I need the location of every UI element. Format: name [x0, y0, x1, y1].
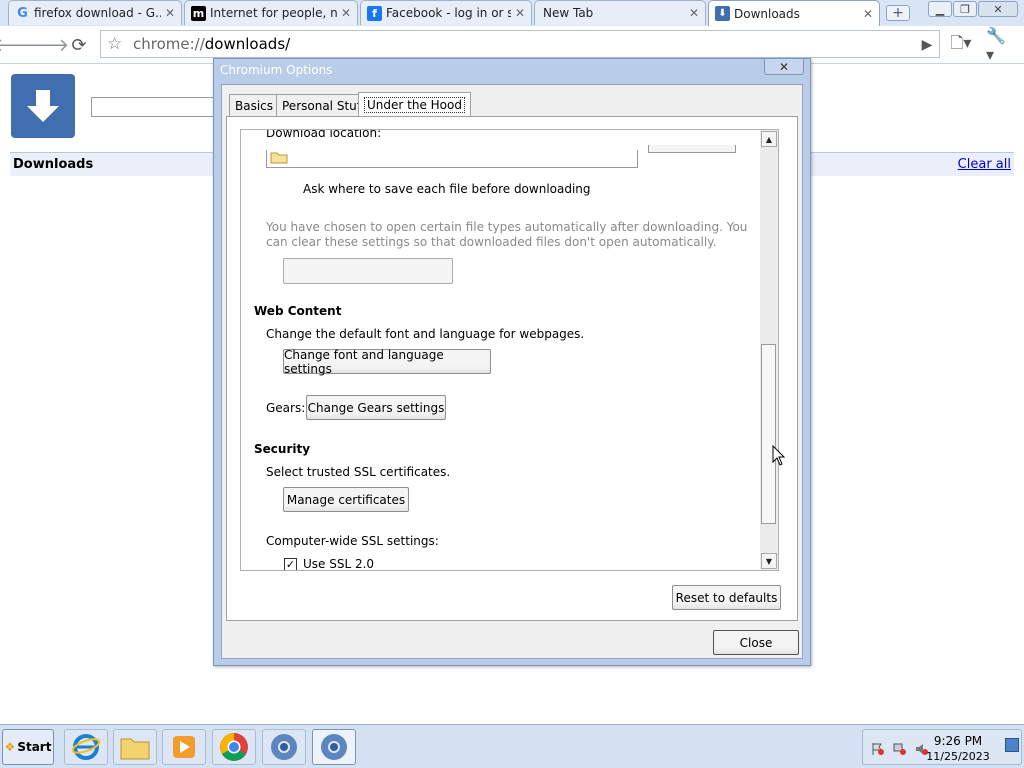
start-label: Start [17, 740, 52, 754]
download-location-field[interactable] [266, 150, 638, 168]
internet-explorer-icon[interactable] [64, 729, 108, 765]
dialog-client-area: Basics Personal Stuff Under the Hood Dow… [221, 84, 803, 659]
new-tab-button[interactable]: + [886, 5, 910, 21]
tab-facebook[interactable]: f Facebook - log in or s... ✕ [360, 0, 532, 25]
tab-title: New Tab [543, 6, 594, 20]
mozilla-icon: m [191, 5, 206, 21]
start-button[interactable]: ❖ Start [2, 729, 54, 765]
ssl-settings-label: Computer-wide SSL settings: [266, 534, 439, 548]
windows-logo-icon: ❖ [4, 740, 16, 754]
web-content-heading: Web Content [254, 304, 342, 318]
downloads-search-input[interactable] [91, 97, 221, 117]
button-label: Change Gears settings [307, 400, 445, 415]
tab-google-search[interactable]: G firefox download - G... ✕ [8, 0, 182, 25]
star-icon[interactable]: ☆ [107, 34, 122, 54]
close-icon[interactable]: ✕ [863, 7, 873, 21]
settings-scroll-area[interactable]: Download location: Ask where to save eac… [240, 129, 779, 571]
vertical-scrollbar[interactable]: ▲ ▼ [760, 130, 778, 570]
address-scheme: chrome:// [133, 35, 205, 53]
taskbar: ❖ Start 9:26 PM 11/25/2023 [0, 724, 1024, 768]
dialog-title: Chromium Options [220, 63, 333, 77]
tab-title: Downloads [734, 6, 800, 21]
tab-title: Internet for people, n... [210, 6, 337, 20]
downloads-logo-icon [11, 74, 75, 138]
facebook-icon: f [367, 5, 382, 21]
tab-personal-stuff[interactable]: Personal Stuff [276, 94, 372, 116]
network-icon[interactable] [893, 742, 907, 756]
tab-title: firefox download - G... [34, 6, 161, 20]
clock-time[interactable]: 9:26 PM [923, 734, 993, 748]
clock-date[interactable]: 11/25/2023 [923, 750, 993, 763]
tab-new-tab[interactable]: New Tab ✕ [534, 0, 706, 25]
minimize-button[interactable]: ▁ [928, 1, 952, 17]
close-icon[interactable]: ✕ [341, 6, 351, 20]
security-description: Select trusted SSL certificates. [266, 465, 451, 479]
tab-label: Under the Hood [364, 97, 465, 113]
tab-title: Facebook - log in or s... [386, 6, 511, 20]
gears-label: Gears: [266, 401, 306, 415]
manage-certificates-button[interactable]: Manage certificates [283, 487, 409, 512]
browser-tab-strip: G firefox download - G... ✕ m Internet f… [0, 0, 1024, 26]
scrollbar-thumb[interactable] [761, 344, 776, 524]
auto-open-note: You have chosen to open certain file typ… [266, 220, 748, 249]
wrench-menu-button[interactable]: 🔧▾ [986, 26, 1012, 64]
file-explorer-icon[interactable] [113, 729, 157, 765]
clear-auto-open-button[interactable] [283, 258, 453, 284]
tab-downloads[interactable]: ⬇ Downloads ✕ [708, 0, 880, 26]
web-content-description: Change the default font and language for… [266, 327, 585, 341]
gears-settings-button[interactable]: Change Gears settings [306, 395, 446, 420]
tab-basics[interactable]: Basics [229, 94, 280, 116]
google-icon: G [17, 5, 28, 21]
forward-button[interactable]: 🡒 [21, 32, 69, 58]
scroll-down-arrow-icon[interactable]: ▼ [761, 553, 777, 569]
close-icon[interactable]: ✕ [689, 6, 699, 20]
button-label: Reset to defaults [675, 590, 778, 605]
reload-button[interactable]: ⟳ [66, 32, 92, 58]
media-player-icon[interactable] [162, 729, 206, 765]
page-menu-button[interactable]: 🗋▾ [948, 32, 974, 58]
show-desktop-button[interactable] [1005, 738, 1019, 752]
settings-content: Download location: Ask where to save eac… [241, 130, 761, 571]
chromium-active-icon[interactable] [312, 729, 356, 765]
address-host: downloads/ [204, 35, 291, 53]
restore-button[interactable]: ❐ [953, 1, 977, 17]
close-icon[interactable]: ✕ [165, 6, 175, 20]
font-language-settings-button[interactable]: Change font and language settings [283, 347, 491, 376]
use-ssl2-checkbox[interactable]: ✓ [284, 558, 297, 570]
change-location-button[interactable] [648, 145, 736, 153]
chrome-icon[interactable] [212, 729, 256, 765]
clear-all-link[interactable]: Clear all [958, 157, 1011, 172]
folder-icon [270, 152, 288, 164]
close-icon[interactable]: ✕ [515, 6, 525, 20]
page-title: Downloads [13, 157, 94, 172]
close-button[interactable]: Close [713, 630, 799, 655]
reset-to-defaults-button[interactable]: Reset to defaults [672, 585, 781, 610]
download-location-label: Download location: [266, 130, 382, 140]
scroll-up-arrow-icon[interactable]: ▲ [761, 131, 777, 147]
tab-under-the-hood[interactable]: Under the Hood [358, 92, 471, 117]
play-icon[interactable]: ▶ [914, 32, 940, 58]
system-tray: 9:26 PM 11/25/2023 [862, 729, 1022, 765]
downloads-icon: ⬇ [715, 6, 730, 21]
button-label: Close [739, 635, 773, 650]
use-ssl2-label: Use SSL 2.0 [303, 557, 375, 571]
tab-label: Personal Stuff [282, 98, 366, 113]
security-heading: Security [254, 442, 311, 456]
chromium-icon[interactable] [262, 729, 306, 765]
tab-panel: Download location: Ask where to save eac… [226, 116, 798, 621]
ask-where-to-save-label: Ask where to save each file before downl… [303, 182, 591, 196]
tab-mozilla[interactable]: m Internet for people, n... ✕ [184, 0, 358, 25]
window-close-button[interactable]: ✕ [978, 1, 1018, 17]
button-label: Change font and language settings [284, 347, 444, 376]
dialog-close-icon[interactable]: ✕ [764, 59, 804, 75]
options-dialog: Chromium Options ✕ Basics Personal Stuff… [213, 58, 811, 666]
tab-label: Basics [235, 98, 274, 113]
button-label: Manage certificates [286, 492, 406, 507]
mouse-cursor-icon [772, 445, 786, 466]
address-bar[interactable]: ☆ chrome://downloads/ [100, 30, 940, 58]
action-center-flag-icon[interactable] [871, 742, 885, 756]
